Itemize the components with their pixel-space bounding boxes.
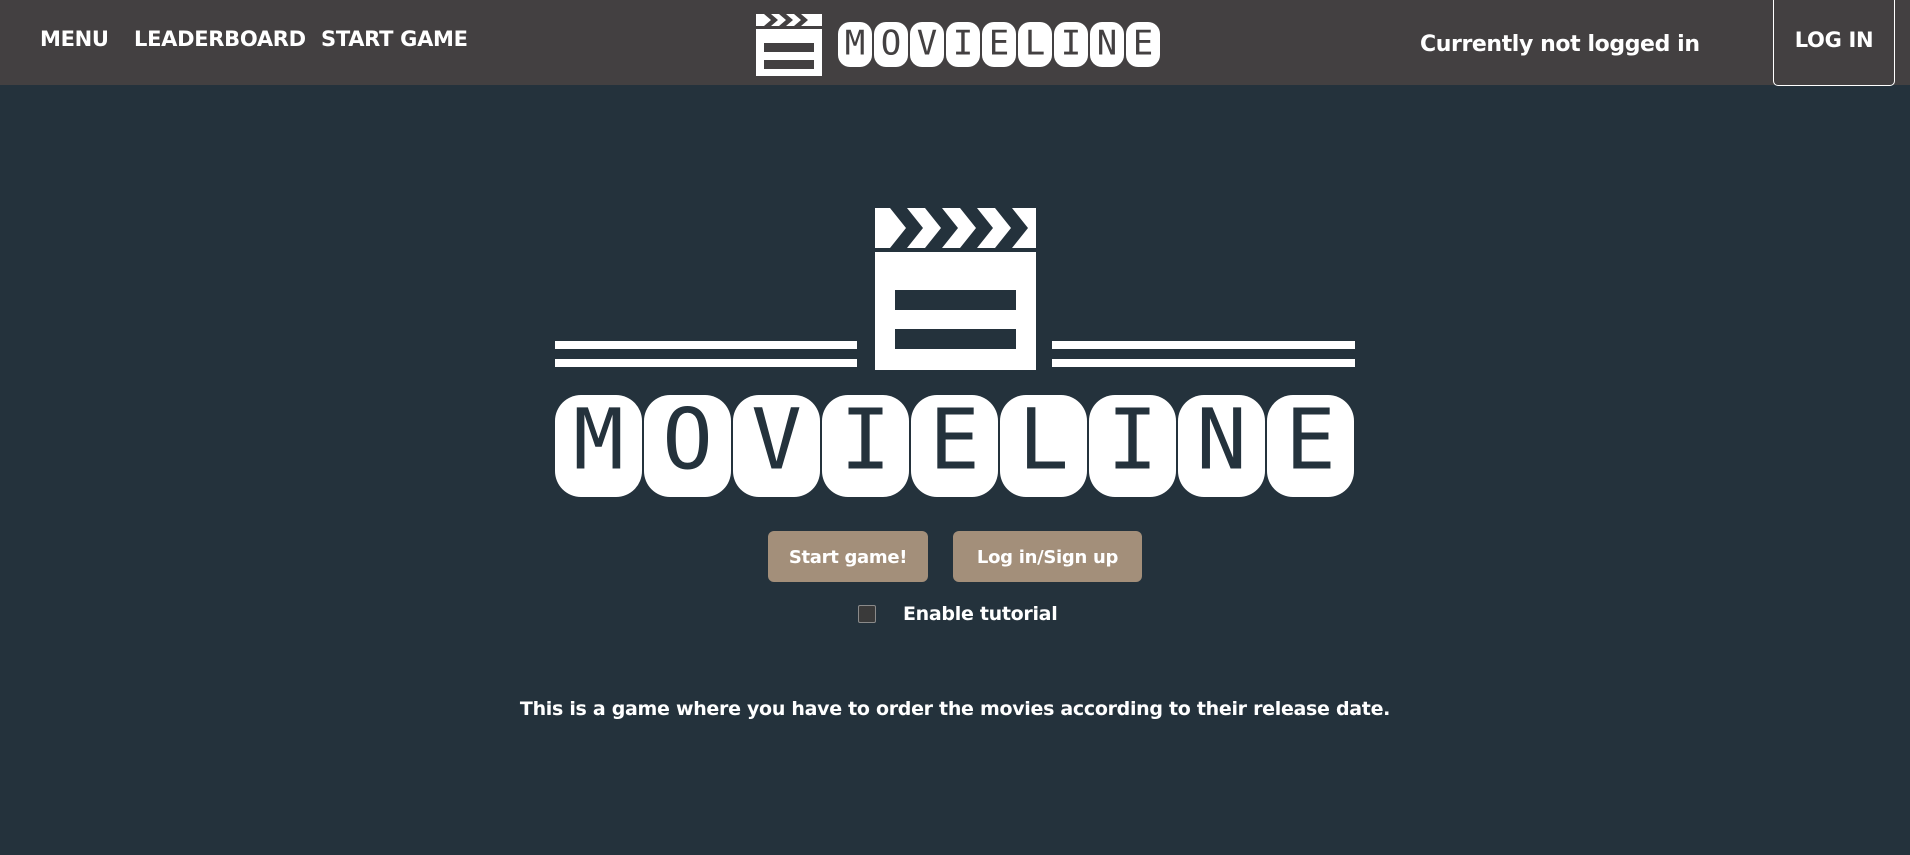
logo-letter-tile: E <box>1267 390 1354 497</box>
movieline-logo: MOVIELINE <box>756 14 1160 76</box>
nav-menu-link[interactable]: MENU <box>40 24 109 54</box>
login-status-text: Currently not logged in <box>1420 32 1700 57</box>
brand-logo-link[interactable]: MOVIELINE <box>756 14 1162 76</box>
logo-letter-tile: V <box>910 22 944 67</box>
svg-text:I: I <box>953 23 973 63</box>
svg-text:I: I <box>1061 23 1081 63</box>
svg-text:O: O <box>662 390 713 488</box>
svg-text:E: E <box>929 390 980 488</box>
logo-letter-tile: N <box>1178 390 1265 497</box>
clapperboard-icon <box>756 14 822 76</box>
svg-text:M: M <box>845 23 865 63</box>
logo-letter-tile: E <box>1126 22 1160 67</box>
logo-letter-tile: L <box>1018 22 1052 67</box>
logo-letter-tile: E <box>982 22 1016 67</box>
svg-text:V: V <box>751 390 802 488</box>
logo-letter-tile: I <box>946 22 980 67</box>
log-in-button[interactable]: LOG IN <box>1773 0 1895 86</box>
svg-text:E: E <box>1133 23 1153 63</box>
logo-letter-tile: V <box>733 390 820 497</box>
svg-text:N: N <box>1097 23 1117 63</box>
svg-text:L: L <box>1025 23 1045 63</box>
svg-text:M: M <box>573 390 624 488</box>
enable-tutorial-checkbox[interactable] <box>858 605 876 623</box>
hero-movieline-logo: MOVIELINE <box>555 208 1355 497</box>
svg-text:I: I <box>840 390 891 488</box>
logo-letter-tile: I <box>1054 22 1088 67</box>
svg-text:O: O <box>881 23 901 63</box>
clapperboard-icon <box>875 208 1036 370</box>
logo-letter-tile: I <box>1089 390 1176 497</box>
tutorial-toggle[interactable]: Enable tutorial <box>858 600 1058 628</box>
nav-leaderboard-link[interactable]: LEADERBOARD <box>134 24 306 54</box>
logo-letter-tile: M <box>838 22 872 67</box>
logo-letter-tile: N <box>1090 22 1124 67</box>
start-game-button[interactable]: Start game! <box>768 531 928 582</box>
game-description: This is a game where you have to order t… <box>519 698 1391 720</box>
logo-letter-tile: M <box>555 390 642 497</box>
logo-letter-tile: O <box>644 390 731 497</box>
nav-start-game-link[interactable]: START GAME <box>321 24 468 54</box>
logo-letter-tile: O <box>874 22 908 67</box>
logo-letter-tile: I <box>822 390 909 497</box>
logo-letter-tile: L <box>1000 390 1087 497</box>
logo-letter-tile: E <box>911 390 998 497</box>
svg-text:V: V <box>917 23 937 63</box>
svg-text:L: L <box>1018 390 1069 488</box>
svg-text:I: I <box>1107 390 1158 488</box>
svg-text:E: E <box>989 23 1009 63</box>
login-signup-button[interactable]: Log in/Sign up <box>953 531 1142 582</box>
enable-tutorial-label: Enable tutorial <box>903 603 1058 625</box>
svg-text:E: E <box>1285 390 1336 488</box>
svg-text:N: N <box>1196 390 1247 488</box>
top-navigation-bar: MENU LEADERBOARD START GAME MOVIELINE Cu… <box>0 0 1910 86</box>
